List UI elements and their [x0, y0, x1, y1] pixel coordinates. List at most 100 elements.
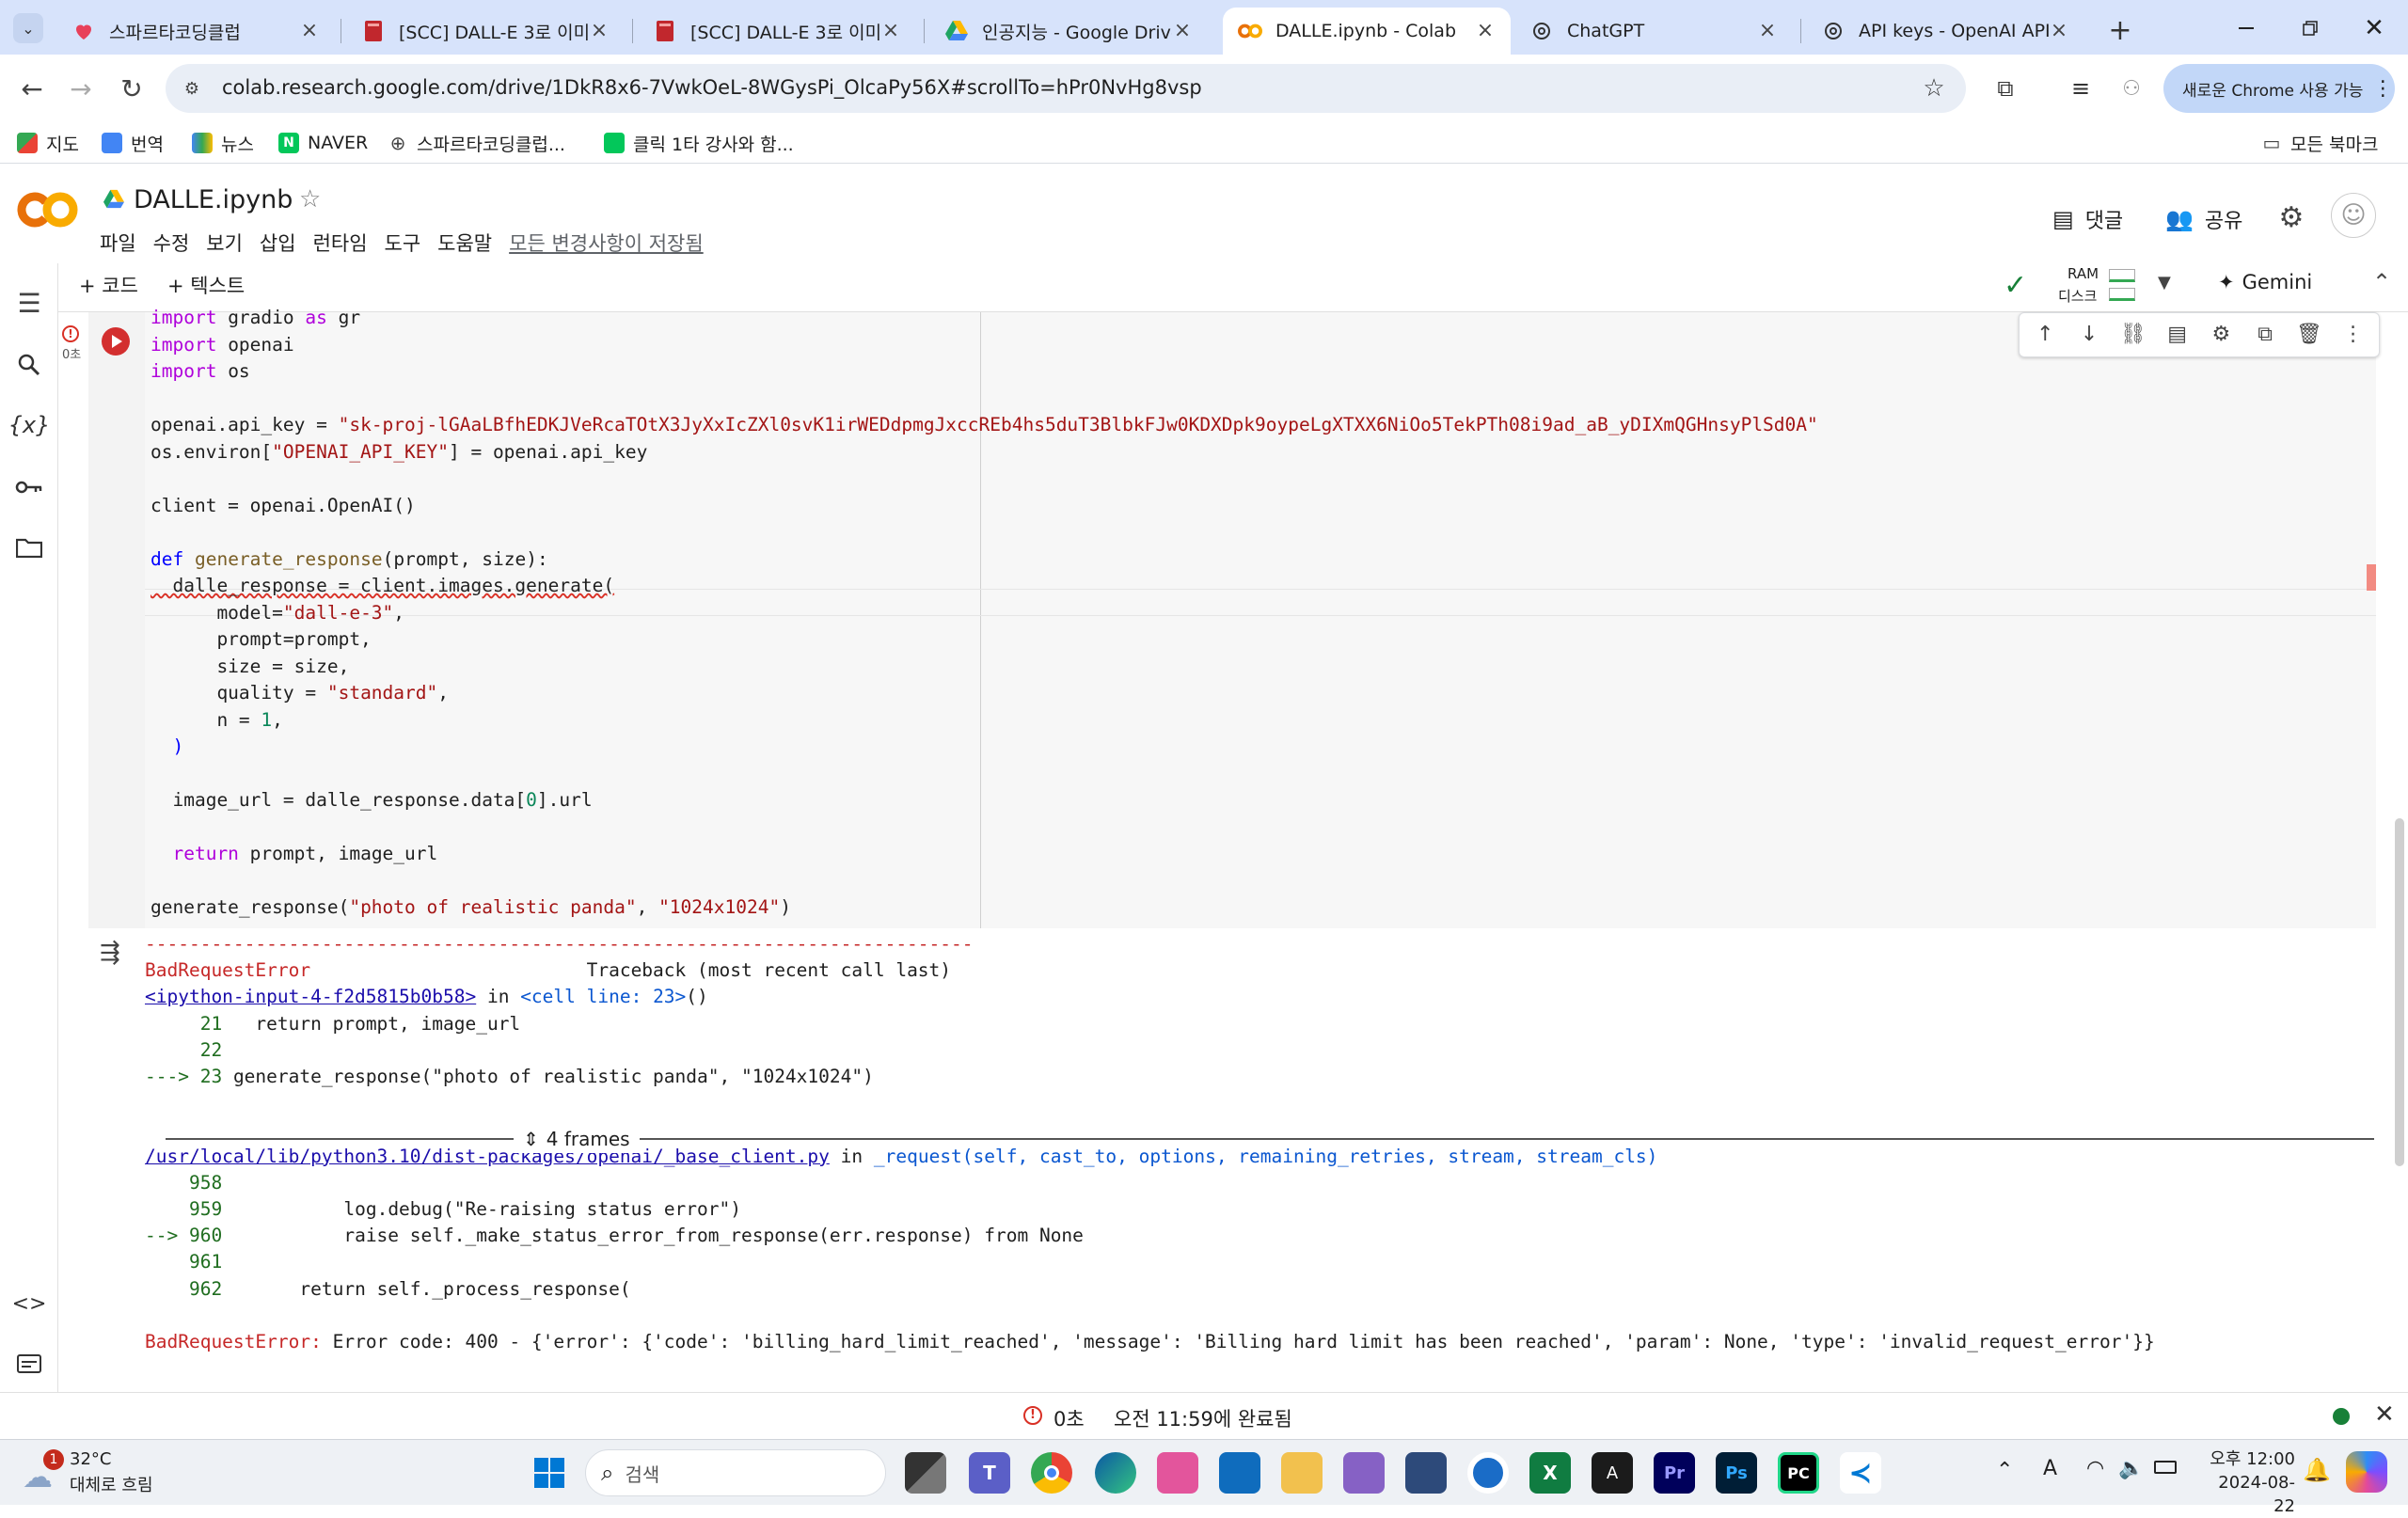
windows-start-icon[interactable] — [529, 1452, 570, 1494]
vscode-icon[interactable]: ≺ — [1840, 1452, 1881, 1494]
link-icon[interactable]: ⛓ — [2118, 320, 2148, 350]
back-arrow-icon[interactable]: ← — [9, 66, 55, 111]
add-code-button[interactable]: + 코드 — [79, 271, 138, 299]
teams-icon[interactable]: T — [969, 1452, 1010, 1494]
acrobat-icon[interactable]: A — [1592, 1452, 1633, 1494]
close-icon[interactable]: × — [299, 21, 320, 41]
photoshop-icon[interactable]: Ps — [1716, 1452, 1757, 1494]
reload-icon[interactable]: ↻ — [109, 66, 154, 111]
tab-google-drive[interactable]: 인공지능 - Google Drive × — [929, 8, 1208, 55]
settings-gear-icon[interactable]: ⚙ — [2273, 198, 2310, 236]
blue-circle-app-icon[interactable] — [1467, 1452, 1509, 1494]
menu-file[interactable]: 파일 — [100, 229, 136, 257]
media-controls-icon[interactable]: ≡ — [2062, 70, 2099, 107]
colab-logo[interactable] — [17, 191, 79, 229]
google-drive-icon[interactable] — [102, 187, 126, 212]
chrome-icon[interactable] — [1031, 1452, 1072, 1494]
resource-monitor[interactable]: RAM 디스크 — [2043, 265, 2141, 308]
frames-button[interactable]: ⇕ 4 frames — [514, 1125, 640, 1153]
move-up-arrow-icon[interactable]: ↑ — [2030, 320, 2060, 350]
tab-chatgpt[interactable]: ChatGPT × — [1514, 8, 1793, 55]
more-vert-icon[interactable]: ⋮ — [2338, 320, 2368, 350]
comment-button[interactable]: ▤ 댓글 — [2052, 200, 2123, 238]
ipython-input-link[interactable]: <ipython-input-4-f2d5815b0b58> — [145, 986, 476, 1007]
wifi-icon[interactable]: ◠ — [2086, 1457, 2104, 1480]
menu-tools[interactable]: 도구 — [385, 229, 421, 257]
secrets-key-icon[interactable] — [10, 468, 48, 506]
excel-icon[interactable]: X — [1529, 1452, 1571, 1494]
tab-scc-1[interactable]: [SCC] DALL-E 3로 이미지 × — [346, 8, 625, 55]
omnibox[interactable]: ⚙ colab.research.google.com/drive/1DkR8x… — [166, 64, 1966, 113]
menu-edit[interactable]: 수정 — [153, 229, 190, 257]
comment-icon[interactable]: ▤ — [2162, 320, 2193, 350]
code-snippets-icon[interactable]: <> — [10, 1285, 48, 1322]
close-icon[interactable]: × — [1475, 21, 1496, 41]
site-info-icon[interactable]: ⚙ — [179, 75, 205, 102]
all-bookmarks-button[interactable]: ▭ 모든 북마크 — [2261, 128, 2379, 158]
premiere-icon[interactable]: Pr — [1654, 1452, 1695, 1494]
variables-icon[interactable]: {x} — [8, 406, 51, 444]
extensions-puzzle-icon[interactable]: ⧉ — [1987, 70, 2024, 107]
tab-search-button[interactable]: ⌄ — [13, 13, 43, 43]
collapse-header-chevron-icon[interactable]: ⌃ — [2372, 269, 2391, 295]
close-window-icon[interactable]: ✕ — [2355, 11, 2393, 45]
run-cell-button[interactable] — [102, 327, 130, 356]
cell-settings-gear-icon[interactable]: ⚙ — [2206, 320, 2236, 350]
forward-arrow-icon[interactable]: → — [58, 66, 103, 111]
tab-openai-api-keys[interactable]: API keys - OpenAI API × — [1806, 8, 2084, 55]
user-avatar[interactable]: ☺ — [2331, 193, 2376, 238]
close-icon[interactable]: × — [1757, 21, 1778, 41]
notification-bell-icon[interactable]: 🔔 — [2303, 1457, 2331, 1483]
menu-runtime[interactable]: 런타임 — [313, 229, 368, 257]
close-status-icon[interactable]: ✕ — [2374, 1400, 2395, 1429]
task-view-icon[interactable] — [905, 1452, 946, 1494]
tab-colab-active[interactable]: DALLE.ipynb - Colab × — [1223, 8, 1511, 55]
menu-insert[interactable]: 삽입 — [260, 229, 296, 257]
volume-icon[interactable]: 🔈 — [2118, 1457, 2144, 1480]
bookmark-star-icon[interactable]: ☆ — [1919, 73, 1949, 103]
new-chrome-available-button[interactable]: 새로운 Chrome 사용 가능 ⋮ — [2163, 64, 2395, 113]
copilot-icon[interactable] — [2346, 1451, 2387, 1493]
bookmark-maps[interactable]: 지도 — [17, 128, 79, 158]
move-down-arrow-icon[interactable]: ↓ — [2074, 320, 2104, 350]
vertical-scrollbar[interactable] — [2395, 818, 2404, 1166]
close-icon[interactable]: × — [2049, 21, 2069, 41]
file-explorer-icon[interactable] — [1281, 1452, 1323, 1494]
runtime-dropdown-icon[interactable]: ▼ — [2158, 273, 2171, 293]
ime-icon[interactable]: A — [2043, 1457, 2057, 1480]
control-panel-icon[interactable] — [1405, 1452, 1447, 1494]
terminal-icon[interactable] — [10, 1345, 48, 1383]
tab-scc-2[interactable]: [SCC] DALL-E 3로 이미지 × — [638, 8, 916, 55]
bookmark-naver[interactable]: N NAVER — [278, 128, 368, 158]
purple-app-icon[interactable] — [1343, 1452, 1385, 1494]
bookmark-blog[interactable]: 클릭 1타 강사와 함... — [604, 128, 794, 158]
close-icon[interactable]: × — [880, 21, 901, 41]
menu-view[interactable]: 보기 — [206, 229, 243, 257]
close-icon[interactable]: × — [1172, 21, 1193, 41]
notebook-title[interactable]: DALLE.ipynb — [134, 185, 293, 214]
table-of-contents-icon[interactable]: ☰ — [10, 284, 48, 322]
mirror-cell-icon[interactable]: ⧉ — [2250, 320, 2280, 350]
tray-chevron-icon[interactable]: ⌃ — [1996, 1459, 2013, 1482]
pycharm-icon[interactable]: PC — [1778, 1452, 1819, 1494]
tab-sparta[interactable]: 스파르타코딩클럽 × — [56, 8, 335, 55]
taskbar-search[interactable]: ⌕ 검색 — [585, 1449, 886, 1496]
pink-app-icon[interactable] — [1157, 1452, 1198, 1494]
add-text-button[interactable]: + 텍스트 — [167, 271, 245, 299]
search-icon[interactable] — [10, 346, 48, 384]
profile-icon[interactable]: ⚇ — [2113, 70, 2150, 107]
bookmark-news[interactable]: 뉴스 — [192, 128, 254, 158]
bookmark-sparta[interactable]: ⊕ 스파르타코딩클럽... — [388, 128, 565, 158]
new-tab-plus-icon[interactable]: + — [2103, 13, 2137, 47]
weather-widget[interactable]: ☁ 1 32°C 대체로 흐림 — [23, 1447, 182, 1498]
clock[interactable]: 오후 12:00 2024-08-22 — [2201, 1447, 2295, 1518]
star-icon[interactable]: ☆ — [299, 185, 321, 213]
more-vert-icon[interactable]: ⋮ — [2372, 77, 2393, 101]
frames-expander[interactable]: ⇕ 4 frames — [166, 1125, 2374, 1153]
bookmark-translate[interactable]: 번역 — [102, 128, 164, 158]
close-icon[interactable]: × — [589, 21, 610, 41]
delete-trash-icon[interactable]: 🗑 — [2294, 320, 2324, 350]
url-text[interactable]: colab.research.google.com/drive/1DkR8x6-… — [222, 76, 1202, 99]
code-lines[interactable]: import gradio as gr import openai import o… — [150, 305, 1818, 922]
output-actions-icon[interactable]: ⇶ — [100, 939, 120, 967]
